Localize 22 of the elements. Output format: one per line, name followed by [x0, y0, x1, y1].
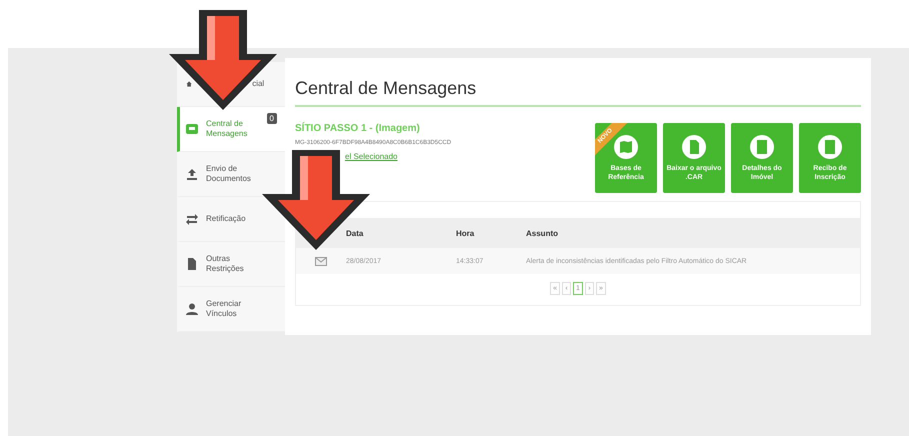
column-header: Hora: [456, 228, 476, 238]
swap-icon: [186, 213, 198, 225]
user-icon: [186, 303, 198, 315]
document-icon: [682, 134, 706, 158]
column-header: Assunto: [526, 228, 559, 238]
file-icon: [186, 258, 198, 270]
upload-icon: [186, 168, 198, 180]
envelope-icon: [315, 256, 327, 266]
property-name: SÍTIO PASSO 1 - (Imagem): [295, 123, 421, 134]
sidebar-label: cial: [252, 79, 266, 89]
sidebar-label: Outras Restrições: [206, 254, 245, 274]
sidebar-label: Gerenciar Vínculos: [206, 299, 242, 319]
sidebar-label: Central de Mensagens: [206, 119, 248, 139]
page-title: Central de Mensagens: [295, 78, 861, 107]
chat-icon: [186, 123, 198, 135]
sidebar-item[interactable]: Central de Mensagens 0: [177, 107, 285, 152]
count-badge: 0: [266, 113, 277, 124]
column-header: Data: [346, 228, 364, 238]
sidebar-label: Envio de Documentos: [206, 164, 252, 184]
change-property-link[interactable]: el Selecionado: [345, 152, 452, 161]
sidebar-label: Retificação: [206, 214, 247, 224]
map-icon: [614, 134, 638, 158]
